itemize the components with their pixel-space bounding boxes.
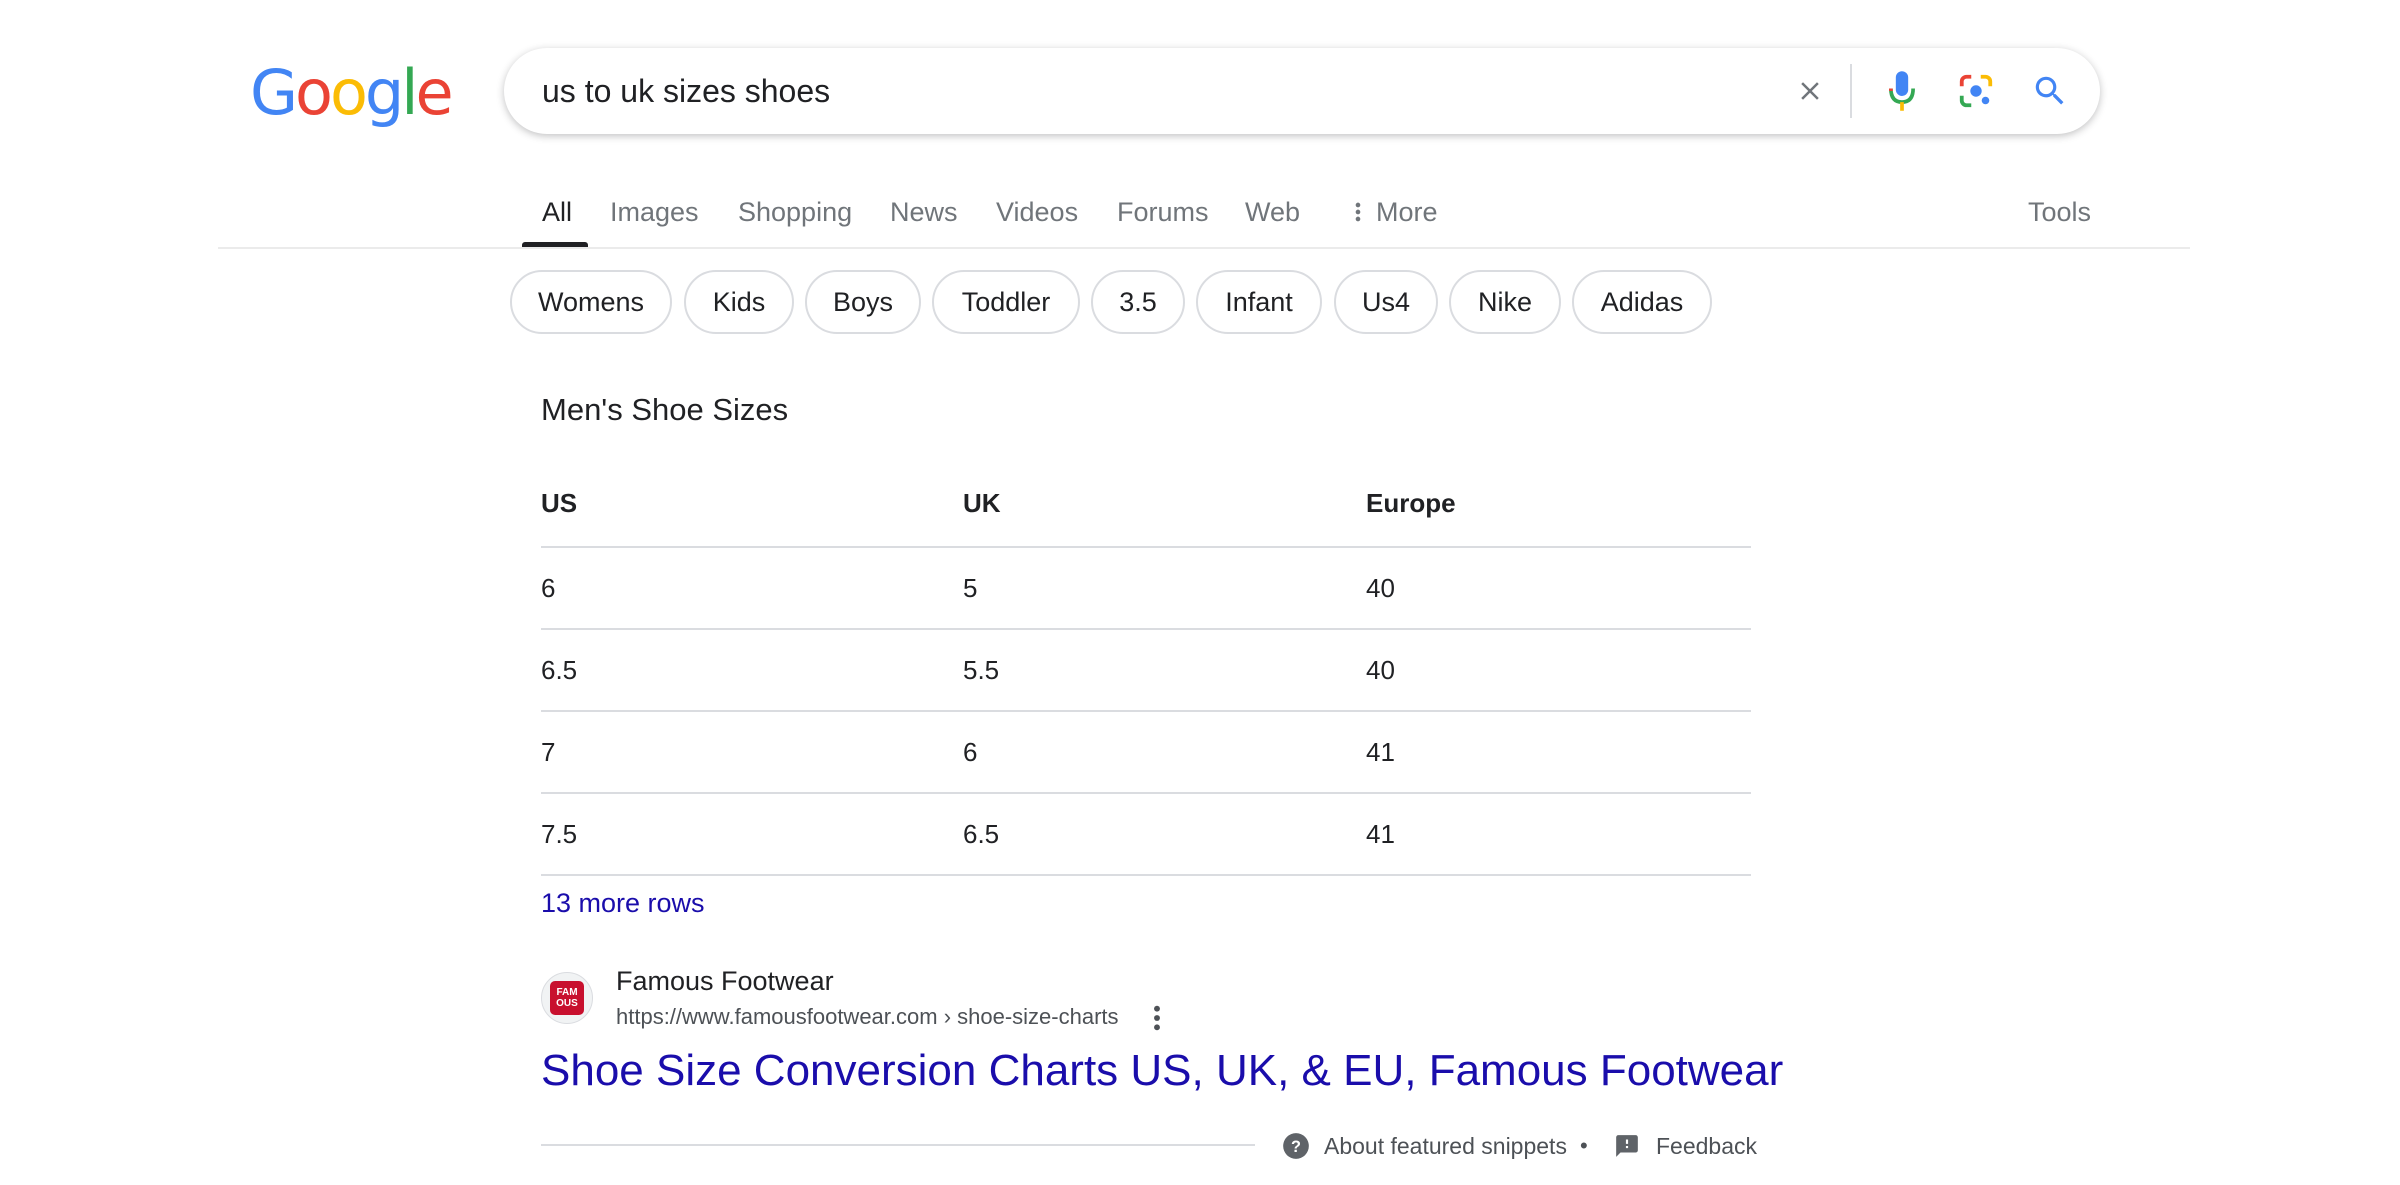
search-box[interactable]: us to uk sizes shoes: [504, 48, 2100, 134]
about-featured-snippets[interactable]: ? About featured snippets: [1282, 1130, 1567, 1162]
google-logo[interactable]: Google: [250, 55, 454, 129]
table-cell: 40: [1366, 655, 1395, 685]
table-header-row: US UK Europe: [541, 470, 1751, 548]
result-options-icon[interactable]: [1145, 1002, 1169, 1034]
table-cell: 41: [1366, 819, 1395, 849]
tab-all[interactable]: All: [542, 192, 572, 232]
table-cell: 5.5: [963, 655, 1000, 685]
tabs-divider: [218, 247, 2190, 249]
chip-womens[interactable]: Womens: [510, 270, 672, 334]
logo-letter-l: l: [401, 55, 418, 129]
chip-kids[interactable]: Kids: [684, 270, 794, 334]
search-tabs: All Images Shopping News Videos Forums W…: [0, 180, 2400, 248]
result-url[interactable]: https://www.famousfootwear.com › shoe-si…: [616, 1004, 1119, 1030]
result-site-name[interactable]: Famous Footwear: [616, 966, 834, 997]
more-vert-icon: [1355, 202, 1361, 222]
feedback-icon: [1616, 1135, 1638, 1157]
chip-infant[interactable]: Infant: [1196, 270, 1322, 334]
logo-letter-e: e: [415, 55, 454, 129]
snippet-title: Men's Shoe Sizes: [541, 392, 789, 427]
tab-images[interactable]: Images: [610, 192, 699, 232]
search-input[interactable]: us to uk sizes shoes: [542, 48, 830, 134]
chip-us4[interactable]: Us4: [1334, 270, 1438, 334]
table-row: 6.5 5.5 40: [541, 630, 1751, 712]
table-cell: 6.5: [541, 655, 578, 685]
column-header: Europe: [1366, 488, 1456, 518]
logo-letter-o2: o: [329, 55, 368, 129]
tab-shopping[interactable]: Shopping: [738, 192, 852, 232]
column-header: US: [541, 488, 578, 518]
svg-text:?: ?: [1291, 1138, 1301, 1156]
more-rows-link[interactable]: 13 more rows: [541, 888, 705, 919]
tab-more-label: More: [1376, 197, 1438, 227]
clear-icon[interactable]: [1788, 69, 1832, 113]
tab-videos[interactable]: Videos: [996, 192, 1078, 232]
table-cell: 7: [541, 737, 556, 767]
tab-web[interactable]: Web: [1245, 192, 1300, 232]
search-icon[interactable]: [2028, 69, 2072, 113]
feedback-label: Feedback: [1656, 1132, 1758, 1159]
search-divider: [1850, 64, 1852, 118]
table-cell: 6.5: [963, 819, 1000, 849]
tab-more[interactable]: More: [1348, 192, 1438, 232]
table-cell: 6: [541, 573, 556, 603]
chip-adidas[interactable]: Adidas: [1572, 270, 1712, 334]
lens-icon[interactable]: [1954, 69, 1998, 113]
tab-forums[interactable]: Forums: [1117, 192, 1209, 232]
chip-nike[interactable]: Nike: [1449, 270, 1561, 334]
chip-boys[interactable]: Boys: [805, 270, 921, 334]
result-title-link[interactable]: Shoe Size Conversion Charts US, UK, & EU…: [541, 1046, 1783, 1096]
table-cell: 6: [963, 737, 978, 767]
snippet-divider: [541, 1144, 1255, 1146]
table-cell: 5: [963, 573, 978, 603]
table-cell: 7.5: [541, 819, 578, 849]
tools-button[interactable]: Tools: [2028, 192, 2091, 232]
table-cell: 40: [1366, 573, 1395, 603]
table-row: 7 6 41: [541, 712, 1751, 794]
table-row: 6 5 40: [541, 548, 1751, 630]
tab-news[interactable]: News: [890, 192, 958, 232]
logo-letter-o1: o: [295, 55, 333, 129]
site-favicon[interactable]: FAM OUS: [541, 972, 593, 1024]
logo-letter-g: G: [250, 55, 298, 129]
microphone-icon[interactable]: [1880, 69, 1924, 113]
chip-3-5[interactable]: 3.5: [1091, 270, 1185, 334]
size-table: US UK Europe 6 5 40 6.5 5.5 40 7 6 41 7.…: [541, 470, 1751, 876]
help-icon: ?: [1283, 1133, 1309, 1159]
table-row: 7.5 6.5 41: [541, 794, 1751, 876]
favicon-logo: FAM OUS: [550, 981, 584, 1015]
table-cell: 41: [1366, 737, 1395, 767]
chip-toddler[interactable]: Toddler: [932, 270, 1080, 334]
footer-separator: •: [1580, 1133, 1588, 1158]
about-label: About featured snippets: [1324, 1132, 1567, 1159]
logo-letter-g2: g: [364, 55, 404, 129]
feedback-button[interactable]: Feedback: [1614, 1130, 1757, 1162]
column-header: UK: [963, 488, 1001, 518]
